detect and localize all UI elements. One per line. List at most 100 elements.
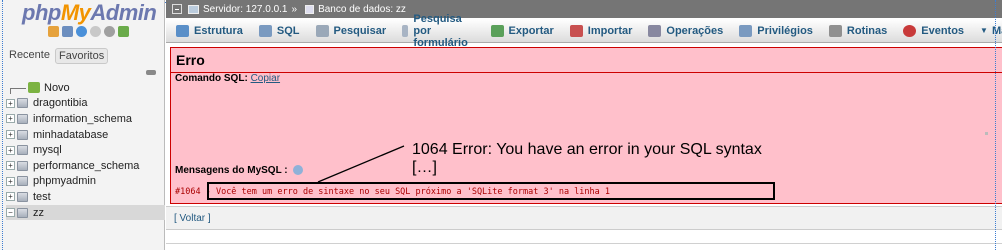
bottom-divider [166,243,1002,244]
collapse-icon[interactable]: − [6,208,15,218]
expand-icon[interactable]: + [6,176,15,186]
settings-icon[interactable] [104,26,115,37]
database-icon [17,207,28,218]
link-collapse-icon[interactable] [146,70,156,75]
structure-icon [176,24,189,37]
expand-icon[interactable]: + [6,130,15,140]
docs-icon[interactable] [90,26,101,37]
tree-item-new[interactable]: Novo [6,80,165,96]
menu-sql[interactable]: SQL [258,24,300,37]
db-icon[interactable] [62,26,73,37]
tree-connector [10,87,26,94]
collapse-panel-icon[interactable] [172,4,182,14]
main-menu: Estrutura SQL Pesquisar Pesquisa por for… [166,13,1002,49]
tree-item-label: information_schema [33,112,133,125]
search-icon [315,24,329,37]
sql-icon [258,24,272,37]
tree-item-database[interactable]: + minhadatabase [6,127,165,143]
reload-icon[interactable] [118,26,129,37]
error-panel: Erro Comando SQL: Copiar Mensagens do My… [170,47,1002,204]
events-icon [903,24,917,37]
menu-label: Pesquisar [333,24,387,37]
database-icon [17,113,28,124]
tree-item-database-selected[interactable]: − zz [6,204,165,221]
menu-query-form[interactable]: Pesquisa por formulário [402,13,474,49]
home-icon[interactable] [48,26,59,37]
tree-item-database[interactable]: + dragontibia [6,96,165,112]
logo-admin: Admin [90,0,157,25]
expand-icon[interactable]: + [6,192,15,202]
logo-my: My [60,0,91,25]
database-icon [17,129,28,140]
resize-dot [985,132,988,135]
database-icon [305,4,315,14]
tab-recent[interactable]: Recente [6,48,53,64]
expand-icon[interactable]: + [6,114,15,124]
navigation-sidebar: phpMyAdmin Recente Favoritos Novo + drag… [0,0,165,250]
tree-item-database[interactable]: + mysql [6,142,165,158]
menu-label: Importar [587,24,633,37]
tree-item-label: zz [33,206,44,219]
import-icon [569,24,583,37]
tree-item-label: test [33,190,51,203]
menu-routines[interactable]: Rotinas [828,24,888,37]
guide-line-right [995,0,996,250]
phpmyadmin-logo[interactable]: phpMyAdmin [22,0,157,26]
sidebar-tabs: Recente Favoritos [6,48,109,64]
menu-operations[interactable]: Operações [648,24,723,37]
menu-events[interactable]: Eventos [903,24,965,37]
menu-label: Rotinas [846,24,888,37]
query-icon[interactable] [76,26,87,37]
database-tree: Novo + dragontibia + information_schema … [6,80,165,221]
new-database-icon [28,82,40,94]
tree-item-database[interactable]: + performance_schema [6,158,165,174]
expand-icon[interactable]: + [6,98,15,108]
export-icon [490,24,504,37]
tree-item-database[interactable]: + test [6,189,165,205]
expand-icon[interactable]: + [6,161,15,171]
sql-command-label: Comando SQL: [175,73,248,84]
mysql-messages-line: Mensagens do MySQL : [175,165,304,176]
error-highlight-box [207,182,775,200]
menu-label: Eventos [921,24,965,37]
navigation-icons [48,26,129,37]
menu-export[interactable]: Exportar [490,24,554,37]
tree-item-database[interactable]: + phpmyadmin [6,174,165,190]
tree-item-label: Novo [44,81,70,94]
menu-more[interactable]: ▼Mais [980,25,1002,37]
annotation-text: 1064 Error: You have an error in your SQ… [412,141,762,177]
annotation-line1: 1064 Error: You have an error in your SQ… [412,141,762,158]
back-link[interactable]: [ Voltar ] [174,213,211,224]
database-icon [17,145,28,156]
menu-label: Privilégios [757,24,813,37]
menu-import[interactable]: Importar [569,24,633,37]
help-icon[interactable] [293,165,304,176]
menu-privileges[interactable]: Privilégios [739,24,813,37]
breadcrumb-database[interactable]: Banco de dados: zz [318,4,406,15]
routines-icon [828,24,842,37]
expand-icon[interactable]: + [6,145,15,155]
tree-item-label: dragontibia [33,97,88,110]
mysql-messages-label: Mensagens do MySQL : [175,165,288,176]
sql-command-line: Comando SQL: Copiar [175,73,280,84]
tree-item-label: performance_schema [33,159,140,172]
logo-php: php [22,0,61,25]
database-icon [17,176,28,187]
breadcrumb-server[interactable]: Servidor: 127.0.0.1 [203,4,288,15]
query-form-icon [402,24,409,37]
menu-search[interactable]: Pesquisar [315,24,387,37]
menu-label: SQL [276,24,300,37]
tab-favorites[interactable]: Favoritos [54,48,109,64]
tree-item-label: phpmyadmin [33,175,96,188]
menu-label: Estrutura [194,24,243,37]
database-icon [17,98,28,109]
annotation-line2: […] [412,159,437,176]
wrench-icon [648,24,662,37]
breadcrumb-bar: Servidor: 127.0.0.1 » Banco de dados: zz [166,0,1002,18]
menu-structure[interactable]: Estrutura [176,24,243,37]
tree-item-database[interactable]: + information_schema [6,111,165,127]
copy-link[interactable]: Copiar [251,73,280,84]
database-icon [17,191,28,202]
guide-line-left [2,0,3,250]
chevron-down-icon: ▼ [980,26,988,35]
